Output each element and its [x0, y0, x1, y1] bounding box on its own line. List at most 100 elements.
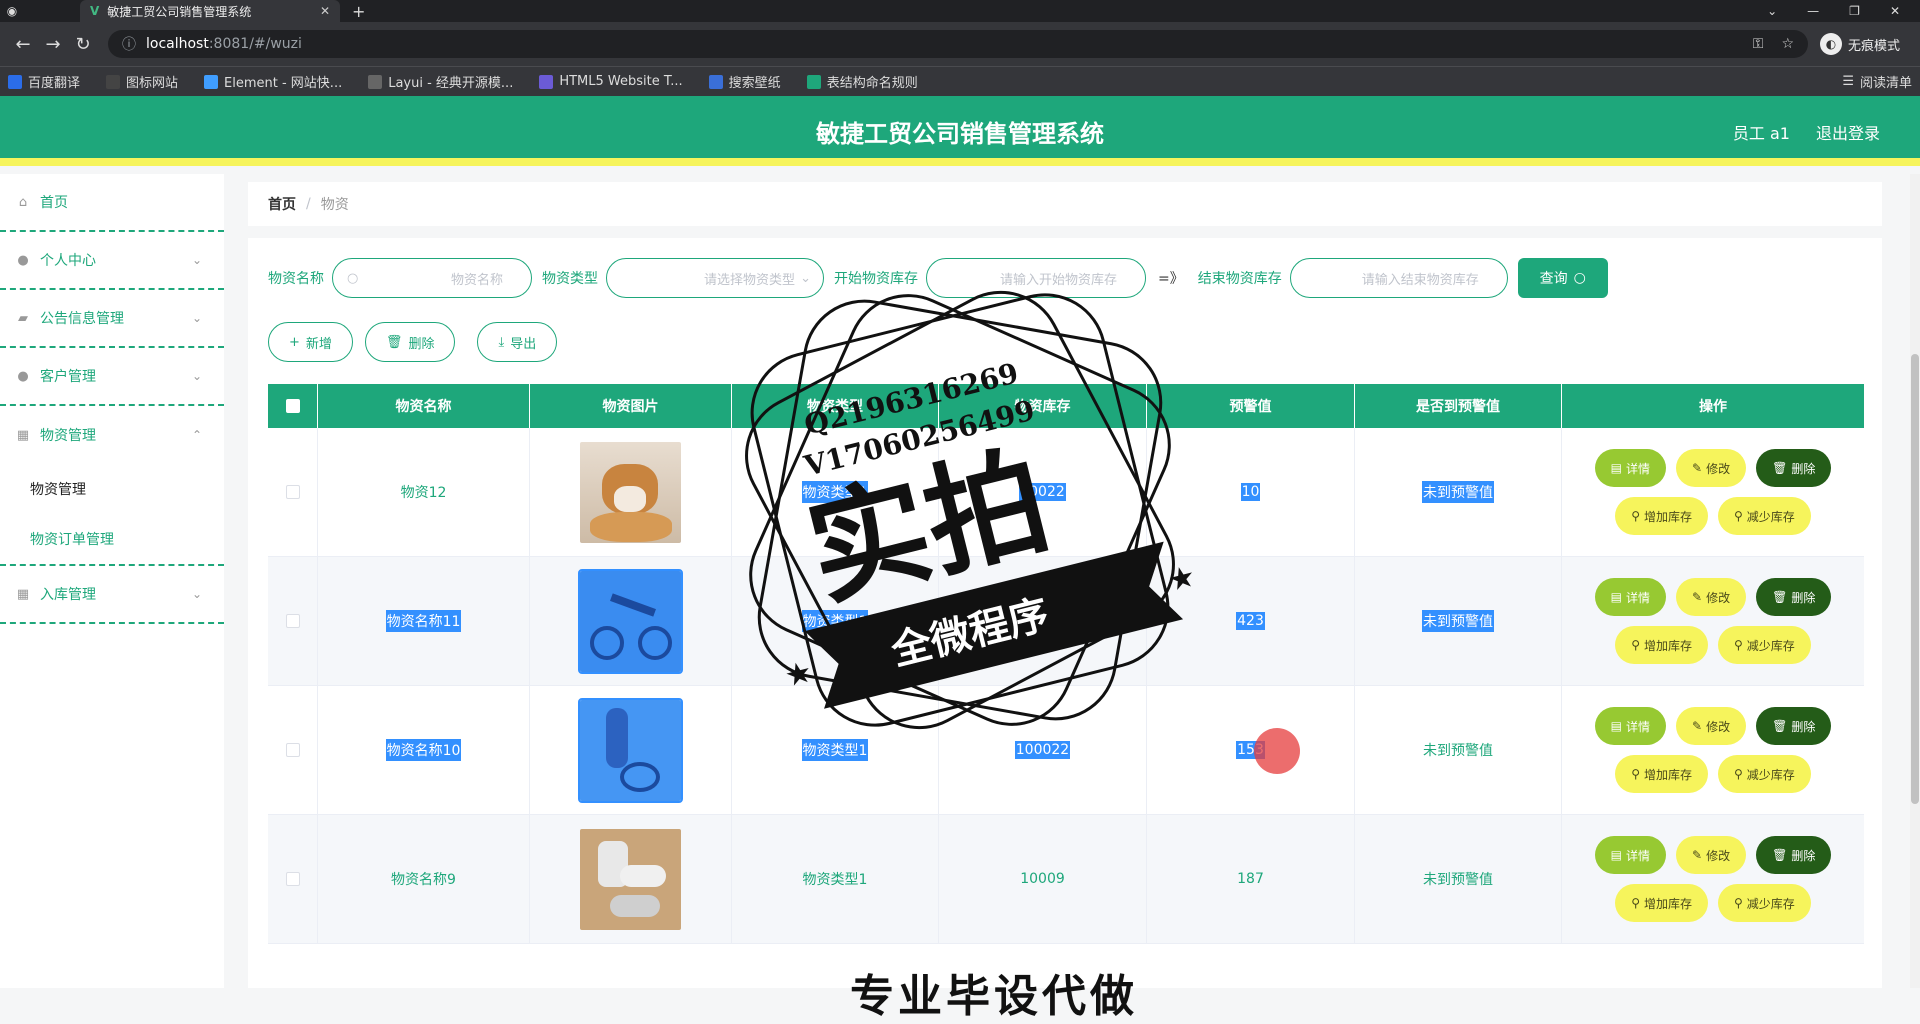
- url-host: localhost: [146, 36, 209, 52]
- detail-button[interactable]: ▤ 详情: [1594, 578, 1667, 616]
- table-row: 物资名称11 物资类型1 10022 423 未到预警值 ▤ 详情 ✎ 修改 🗑 删除 ⚲ 增加库存 ⚲ 减…: [268, 557, 1864, 686]
- incognito-indicator[interactable]: ◐ 无痕模式: [1820, 33, 1900, 55]
- type-select[interactable]: 请选择物资类型 ⌄: [606, 258, 824, 298]
- sidebar-item-personal-center[interactable]: ● 个人中心 ⌄: [0, 232, 224, 290]
- url-input[interactable]: ⓘ localhost:8081/#/wuzi ⚿ ☆: [108, 30, 1808, 58]
- name-search-input[interactable]: ○ 物资名称: [332, 258, 532, 298]
- add-stock-label: 增加库存: [1643, 896, 1692, 911]
- reduce-stock-button[interactable]: ⚲ 减少库存: [1718, 497, 1811, 535]
- bookmark-item[interactable]: Layui - 经典开源模...: [368, 72, 513, 91]
- bookmark-icon: [539, 74, 554, 89]
- key-icon[interactable]: ⚿: [1753, 36, 1764, 52]
- delete-button[interactable]: 🗑 删除: [364, 322, 456, 362]
- reading-list-button[interactable]: ☰ 阅读清单: [1842, 72, 1912, 91]
- reduce-stock-button[interactable]: ⚲ 减少库存: [1718, 755, 1811, 793]
- add-stock-button[interactable]: ⚲ 增加库存: [1615, 884, 1708, 922]
- edit-button[interactable]: ✎ 修改: [1676, 578, 1747, 616]
- star-icon[interactable]: ☆: [1781, 36, 1794, 52]
- export-button[interactable]: ⤓ 导出: [477, 322, 558, 362]
- bookmark-label: 表结构命名规则: [826, 76, 918, 91]
- tab-close-icon[interactable]: ✕: [320, 4, 330, 18]
- sidebar-item-inbound[interactable]: ▦ 入库管理 ⌄: [0, 566, 224, 624]
- sidebar-item-customers[interactable]: ● 客户管理 ⌄: [0, 348, 224, 406]
- detail-button[interactable]: ▤ 详情: [1594, 836, 1667, 874]
- sidebar-item-home[interactable]: ⌂ 首页: [0, 174, 224, 232]
- material-image[interactable]: [578, 568, 683, 674]
- bookmark-item[interactable]: 搜索壁纸: [708, 72, 781, 91]
- bookmark-item[interactable]: HTML5 Website T...: [539, 74, 683, 89]
- edit-button[interactable]: ✎ 修改: [1676, 836, 1747, 874]
- incognito-icon: ◐: [1820, 33, 1842, 55]
- sidebar-item-notice[interactable]: ▰ 公告信息管理 ⌄: [0, 290, 224, 348]
- delete-label: 删除: [1791, 848, 1816, 863]
- bookmark-icon: [368, 74, 383, 89]
- minimize-icon[interactable]: —: [1807, 4, 1819, 18]
- sidebar-subitem-materials[interactable]: 物资管理: [0, 464, 224, 514]
- material-image[interactable]: [580, 828, 681, 930]
- browser-menu-icon[interactable]: ◉: [0, 0, 24, 22]
- location-icon: ⚲: [1734, 509, 1743, 523]
- browser-tab[interactable]: V 敏捷工贸公司销售管理系统 ✕: [80, 0, 340, 22]
- row-delete-button[interactable]: 🗑 删除: [1756, 449, 1832, 487]
- edit-button[interactable]: ✎ 修改: [1676, 707, 1747, 745]
- reduce-stock-button[interactable]: ⚲ 减少库存: [1718, 626, 1811, 664]
- chevron-up-icon: ⌃: [191, 428, 202, 442]
- material-image-cell: [530, 428, 732, 556]
- bookmark-item[interactable]: 图标网站: [106, 72, 178, 91]
- tab-search-icon[interactable]: ⌄: [1767, 4, 1777, 18]
- add-stock-button[interactable]: ⚲ 增加库存: [1615, 626, 1708, 664]
- breadcrumb-home[interactable]: 首页: [268, 194, 296, 214]
- close-window-icon[interactable]: ✕: [1890, 4, 1900, 18]
- edit-label: 修改: [1706, 461, 1731, 476]
- row-checkbox[interactable]: [285, 743, 300, 757]
- end-stock-input[interactable]: 请输入结束物资库存: [1289, 258, 1508, 298]
- edit-button[interactable]: ✎ 修改: [1676, 449, 1747, 487]
- detail-button[interactable]: ▤ 详情: [1594, 449, 1667, 487]
- bookmark-item[interactable]: Element - 网站快...: [204, 72, 342, 91]
- row-delete-button[interactable]: 🗑 删除: [1756, 578, 1832, 616]
- restore-icon[interactable]: ❐: [1849, 4, 1860, 18]
- add-button[interactable]: + 新增: [268, 322, 353, 362]
- add-stock-button[interactable]: ⚲ 增加库存: [1615, 755, 1708, 793]
- material-type-text: 物资类型1: [801, 481, 869, 503]
- material-image[interactable]: [578, 697, 683, 803]
- material-stock-cell: 10009: [939, 815, 1147, 943]
- detail-button[interactable]: ▤ 详情: [1594, 707, 1667, 745]
- warn-status-text: 未到预警值: [1422, 481, 1494, 503]
- bookmark-item[interactable]: 百度翻译: [8, 72, 80, 91]
- material-image-cell: [530, 815, 732, 943]
- app-title: 敏捷工贸公司销售管理系统: [816, 120, 1104, 148]
- document-icon: ▤: [1610, 848, 1622, 862]
- document-icon: ▤: [1610, 719, 1622, 733]
- material-image[interactable]: [580, 441, 681, 543]
- select-all-checkbox[interactable]: [285, 399, 300, 413]
- reduce-stock-button[interactable]: ⚲ 减少库存: [1718, 884, 1811, 922]
- query-button[interactable]: 查询 ○: [1517, 258, 1608, 298]
- row-delete-button[interactable]: 🗑 删除: [1756, 707, 1832, 745]
- forward-icon[interactable]: →: [38, 34, 68, 55]
- back-icon[interactable]: ←: [8, 34, 38, 55]
- url-path: :8081/#/wuzi: [208, 36, 302, 52]
- row-select-cell: [268, 428, 318, 556]
- logout-button[interactable]: 退出登录: [1816, 120, 1880, 144]
- row-checkbox[interactable]: [285, 614, 300, 628]
- row-delete-button[interactable]: 🗑 删除: [1756, 836, 1832, 874]
- row-checkbox[interactable]: [285, 872, 300, 886]
- new-tab-button[interactable]: +: [352, 2, 365, 21]
- pen-icon: ✎: [1692, 848, 1703, 862]
- bookmark-item[interactable]: 表结构命名规则: [806, 72, 918, 91]
- add-stock-button[interactable]: ⚲ 增加库存: [1615, 497, 1708, 535]
- start-stock-input[interactable]: 请输入开始物资库存: [926, 258, 1146, 298]
- bookmark-label: Layui - 经典开源模...: [388, 76, 514, 91]
- sidebar-subitem-material-orders[interactable]: 物资订单管理: [0, 514, 224, 564]
- reload-icon[interactable]: ↻: [68, 34, 98, 55]
- scrollbar-thumb[interactable]: [1911, 354, 1919, 804]
- row-checkbox[interactable]: [285, 485, 300, 499]
- material-stock-cell: 100022: [939, 686, 1147, 814]
- sidebar-item-materials[interactable]: ▦ 物资管理 ⌃: [0, 406, 224, 464]
- warn-value-text: 187: [1237, 871, 1264, 887]
- scrollbar-track[interactable]: [1910, 174, 1920, 988]
- grid-icon: ▦: [16, 427, 30, 443]
- bookmark-label: Element - 网站快...: [224, 76, 343, 91]
- delete-label: 删除: [408, 336, 435, 352]
